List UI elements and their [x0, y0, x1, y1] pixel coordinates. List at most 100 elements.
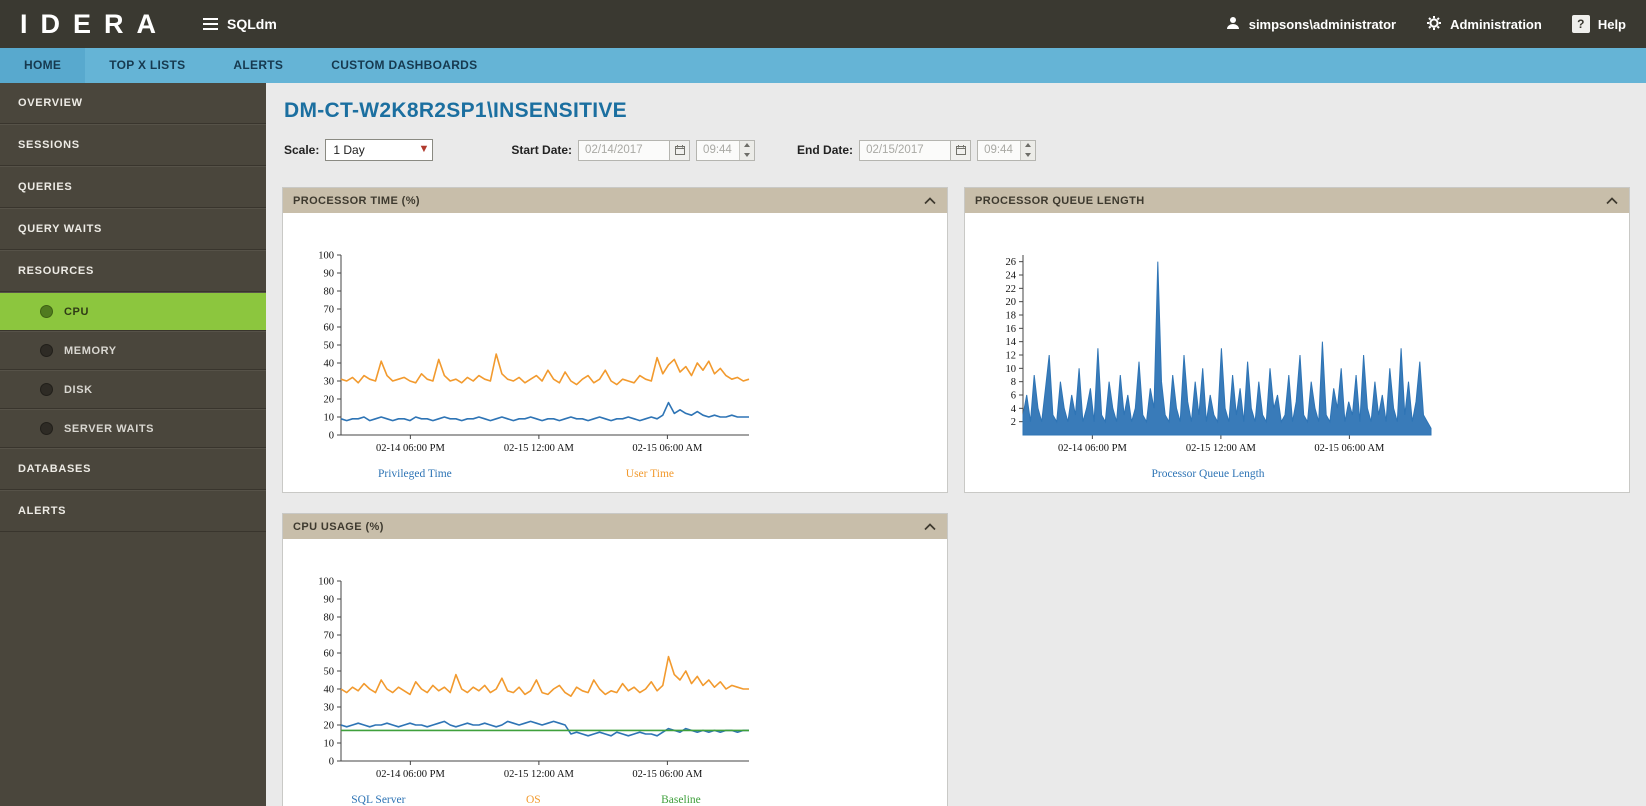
user-icon [1225, 15, 1241, 34]
svg-text:40: 40 [324, 359, 335, 370]
page-title: DM-CT-W2K8R2SP1\INSENSITIVE [284, 99, 1630, 123]
gear-icon [1426, 15, 1442, 34]
user-name: simpsons\administrator [1249, 17, 1396, 32]
svg-text:02-14 06:00 PM: 02-14 06:00 PM [376, 443, 446, 454]
time-controls: Scale: 1 Day ▼ Start Date: 09:44 End Dat… [282, 133, 1630, 167]
administration-button[interactable]: Administration [1426, 15, 1542, 34]
svg-text:0: 0 [329, 757, 334, 768]
nav-alerts[interactable]: ALERTS [209, 48, 307, 83]
bullet-icon [40, 344, 53, 357]
end-date-input[interactable] [859, 140, 951, 161]
collapse-chevron-icon[interactable] [923, 521, 937, 533]
help-icon: ? [1572, 15, 1590, 33]
user-menu[interactable]: simpsons\administrator [1225, 15, 1396, 34]
sidebar-item-alerts[interactable]: ALERTS [0, 490, 266, 532]
processor-time-chart: 010203040506070809010002-14 06:00 PM02-1… [291, 247, 761, 461]
svg-text:02-15 06:00 AM: 02-15 06:00 AM [1314, 443, 1385, 454]
end-date-label: End Date: [797, 143, 853, 157]
sidebar-item-databases[interactable]: DATABASES [0, 448, 266, 490]
end-time-spinner-icon[interactable] [1020, 141, 1035, 160]
chart-legend: Processor Queue Length [973, 468, 1443, 480]
collapse-chevron-icon[interactable] [1605, 195, 1619, 207]
svg-text:6: 6 [1011, 391, 1016, 402]
svg-text:10: 10 [324, 413, 335, 424]
sidebar-item-sessions[interactable]: SESSIONS [0, 124, 266, 166]
svg-text:02-15 12:00 AM: 02-15 12:00 AM [1186, 443, 1257, 454]
svg-text:02-15 12:00 AM: 02-15 12:00 AM [504, 769, 575, 780]
svg-text:100: 100 [318, 577, 334, 588]
svg-text:60: 60 [324, 323, 335, 334]
sidebar-subitem-disk[interactable]: DISK [0, 370, 266, 409]
svg-text:10: 10 [324, 739, 335, 750]
svg-text:10: 10 [1006, 364, 1017, 375]
start-calendar-button[interactable] [670, 140, 690, 161]
svg-text:20: 20 [324, 395, 335, 406]
end-time-stepper[interactable]: 09:44 [977, 140, 1036, 161]
nav-top-x-lists[interactable]: TOP X LISTS [85, 48, 209, 83]
svg-text:30: 30 [324, 703, 335, 714]
legend-label: Baseline [661, 794, 701, 806]
bullet-icon [40, 383, 53, 396]
legend-label: OS [526, 794, 541, 806]
help-button[interactable]: ? Help [1572, 15, 1626, 33]
administration-label: Administration [1450, 17, 1542, 32]
processor-time-panel: PROCESSOR TIME (%) 010203040506070809010… [282, 187, 948, 493]
main-content: DM-CT-W2K8R2SP1\INSENSITIVE Scale: 1 Day… [266, 83, 1646, 806]
svg-text:12: 12 [1006, 351, 1017, 362]
svg-text:40: 40 [324, 685, 335, 696]
sidebar-subitem-cpu[interactable]: CPU [0, 292, 266, 331]
sidebar-item-query-waits[interactable]: QUERY WAITS [0, 208, 266, 250]
svg-text:02-15 06:00 AM: 02-15 06:00 AM [632, 769, 703, 780]
sidebar-item-queries[interactable]: QUERIES [0, 166, 266, 208]
chart-legend: Privileged Time User Time [291, 468, 761, 480]
subitem-label: MEMORY [64, 345, 117, 357]
svg-text:4: 4 [1011, 404, 1017, 415]
svg-text:02-15 06:00 AM: 02-15 06:00 AM [632, 443, 703, 454]
app-name: SQLdm [227, 16, 277, 32]
sidebar-subitem-server-waits[interactable]: SERVER WAITS [0, 409, 266, 448]
svg-text:16: 16 [1006, 324, 1017, 335]
legend-label: Processor Queue Length [1151, 468, 1264, 480]
legend-label: Privileged Time [378, 468, 452, 480]
scale-label: Scale: [284, 143, 319, 157]
bullet-icon [40, 422, 53, 435]
legend-label: SQL Server [351, 794, 405, 806]
idera-logo: IDERA [20, 9, 169, 40]
svg-text:26: 26 [1006, 257, 1017, 268]
svg-text:90: 90 [324, 269, 335, 280]
collapse-chevron-icon[interactable] [923, 195, 937, 207]
svg-text:8: 8 [1011, 377, 1016, 388]
svg-text:14: 14 [1006, 337, 1017, 348]
start-time-spinner-icon[interactable] [739, 141, 754, 160]
nav-custom-dashboards[interactable]: CUSTOM DASHBOARDS [307, 48, 501, 83]
chart-legend: SQL Server OS Baseline [291, 794, 761, 806]
nav-home[interactable]: HOME [0, 48, 85, 83]
sidebar-item-resources[interactable]: RESOURCES [0, 250, 266, 292]
svg-text:02-14 06:00 PM: 02-14 06:00 PM [1058, 443, 1128, 454]
sidebar-subitem-memory[interactable]: MEMORY [0, 331, 266, 370]
sidebar: OVERVIEW SESSIONS QUERIES QUERY WAITS RE… [0, 83, 266, 806]
end-calendar-button[interactable] [951, 140, 971, 161]
svg-text:02-15 12:00 AM: 02-15 12:00 AM [504, 443, 575, 454]
svg-text:80: 80 [324, 287, 335, 298]
processor-queue-chart: 246810121416182022242602-14 06:00 PM02-1… [973, 247, 1443, 461]
svg-text:50: 50 [324, 667, 335, 678]
sidebar-item-overview[interactable]: OVERVIEW [0, 83, 266, 124]
svg-text:20: 20 [324, 721, 335, 732]
svg-text:70: 70 [324, 305, 335, 316]
scale-select[interactable]: 1 Day ▼ [325, 139, 433, 161]
start-time-value: 09:44 [697, 141, 739, 160]
svg-text:30: 30 [324, 377, 335, 388]
start-time-stepper[interactable]: 09:44 [696, 140, 755, 161]
svg-text:18: 18 [1006, 311, 1017, 322]
help-label: Help [1598, 17, 1626, 32]
main-nav: HOME TOP X LISTS ALERTS CUSTOM DASHBOARD… [0, 48, 1646, 83]
svg-text:02-14 06:00 PM: 02-14 06:00 PM [376, 769, 446, 780]
top-bar: IDERA SQLdm simpsons\administrator Admin… [0, 0, 1646, 48]
hamburger-menu-icon[interactable] [203, 18, 218, 30]
legend-label: User Time [626, 468, 674, 480]
start-date-input[interactable] [578, 140, 670, 161]
svg-text:90: 90 [324, 595, 335, 606]
svg-text:70: 70 [324, 631, 335, 642]
svg-text:80: 80 [324, 613, 335, 624]
